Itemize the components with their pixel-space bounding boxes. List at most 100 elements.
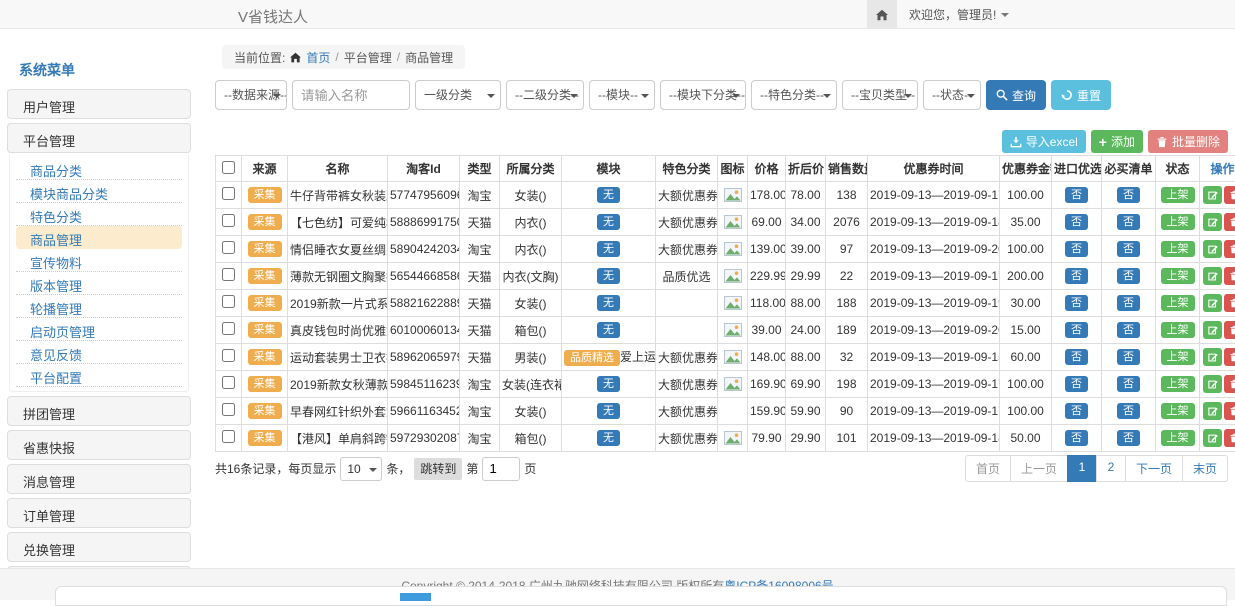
row-checkbox[interactable] bbox=[222, 430, 235, 443]
imported-toggle[interactable]: 否 bbox=[1065, 349, 1088, 365]
delete-button[interactable] bbox=[1224, 429, 1235, 447]
edit-button[interactable] bbox=[1203, 402, 1222, 420]
sidebar-sub-item[interactable]: 模块商品分类 bbox=[16, 180, 182, 203]
status-select[interactable]: --状态-- bbox=[923, 80, 981, 110]
status-button[interactable]: 上架 bbox=[1161, 268, 1195, 284]
sidebar-sub-item[interactable]: 轮播管理 bbox=[16, 295, 182, 318]
must-buy-toggle[interactable]: 否 bbox=[1117, 241, 1140, 257]
category1-select[interactable]: 一级分类 bbox=[415, 80, 501, 110]
reset-button[interactable]: 重置 bbox=[1051, 80, 1111, 110]
must-buy-toggle[interactable]: 否 bbox=[1117, 376, 1140, 392]
sidebar-group-item[interactable]: 用户管理 bbox=[7, 89, 191, 119]
status-button[interactable]: 上架 bbox=[1161, 349, 1195, 365]
sidebar-sub-item[interactable]: 特色分类 bbox=[16, 203, 182, 226]
imported-toggle[interactable]: 否 bbox=[1065, 403, 1088, 419]
user-menu[interactable]: 欢迎您，管理员! bbox=[909, 6, 1009, 23]
imported-toggle[interactable]: 否 bbox=[1065, 295, 1088, 311]
edit-button[interactable] bbox=[1203, 213, 1222, 231]
module-select[interactable]: --模块-- bbox=[589, 80, 655, 110]
icon-cell[interactable] bbox=[718, 425, 748, 452]
import-excel-button[interactable]: 导入excel bbox=[1002, 130, 1086, 153]
status-button[interactable]: 上架 bbox=[1161, 322, 1195, 338]
jump-button[interactable]: 跳转到 bbox=[414, 458, 462, 480]
icon-cell[interactable] bbox=[718, 182, 748, 209]
edit-button[interactable] bbox=[1203, 375, 1222, 393]
delete-button[interactable] bbox=[1224, 186, 1235, 204]
must-buy-toggle[interactable]: 否 bbox=[1117, 295, 1140, 311]
must-buy-toggle[interactable]: 否 bbox=[1117, 430, 1140, 446]
row-checkbox[interactable] bbox=[222, 241, 235, 254]
icon-cell[interactable] bbox=[718, 209, 748, 236]
icon-cell[interactable] bbox=[718, 371, 748, 398]
sidebar-sub-item[interactable]: 宣传物料 bbox=[16, 249, 182, 272]
delete-button[interactable] bbox=[1224, 348, 1235, 366]
status-button[interactable]: 上架 bbox=[1161, 295, 1195, 311]
home-button[interactable] bbox=[867, 0, 897, 29]
status-button[interactable]: 上架 bbox=[1161, 376, 1195, 392]
query-button[interactable]: 查询 bbox=[986, 80, 1046, 110]
edit-button[interactable] bbox=[1203, 267, 1222, 285]
pagination-button[interactable]: 下一页 bbox=[1125, 455, 1183, 482]
row-checkbox[interactable] bbox=[222, 295, 235, 308]
row-checkbox[interactable] bbox=[222, 403, 235, 416]
row-checkbox[interactable] bbox=[222, 187, 235, 200]
row-checkbox[interactable] bbox=[222, 376, 235, 389]
imported-toggle[interactable]: 否 bbox=[1065, 376, 1088, 392]
status-button[interactable]: 上架 bbox=[1161, 241, 1195, 257]
edit-button[interactable] bbox=[1203, 429, 1222, 447]
icon-cell[interactable] bbox=[718, 263, 748, 290]
sidebar-sub-item[interactable]: 意见反馈 bbox=[16, 341, 182, 364]
sidebar-group-item[interactable]: 兑换管理 bbox=[7, 532, 191, 562]
imported-toggle[interactable]: 否 bbox=[1065, 241, 1088, 257]
sidebar-sub-item[interactable]: 平台配置 bbox=[16, 364, 182, 387]
must-buy-toggle[interactable]: 否 bbox=[1117, 214, 1140, 230]
edit-button[interactable] bbox=[1203, 240, 1222, 258]
sidebar-group-item[interactable]: 平台管理 bbox=[7, 123, 191, 153]
delete-button[interactable] bbox=[1224, 213, 1235, 231]
per-page-select[interactable]: 10 bbox=[340, 457, 382, 481]
edit-button[interactable] bbox=[1203, 348, 1222, 366]
delete-button[interactable] bbox=[1224, 294, 1235, 312]
edit-button[interactable] bbox=[1203, 321, 1222, 339]
sidebar-group-item[interactable]: 拼团管理 bbox=[7, 396, 191, 426]
status-button[interactable]: 上架 bbox=[1161, 403, 1195, 419]
delete-button[interactable] bbox=[1224, 267, 1235, 285]
sidebar-sub-item[interactable]: 商品分类 bbox=[16, 157, 182, 180]
status-button[interactable]: 上架 bbox=[1161, 214, 1195, 230]
imported-toggle[interactable]: 否 bbox=[1065, 214, 1088, 230]
row-checkbox[interactable] bbox=[222, 214, 235, 227]
data-source-select[interactable]: --数据来源-- bbox=[215, 80, 287, 110]
module-sub-select[interactable]: --模块下分类-- bbox=[660, 80, 746, 110]
must-buy-toggle[interactable]: 否 bbox=[1117, 349, 1140, 365]
imported-toggle[interactable]: 否 bbox=[1065, 268, 1088, 284]
sidebar-group-item[interactable]: 省惠快报 bbox=[7, 430, 191, 460]
delete-button[interactable] bbox=[1224, 240, 1235, 258]
batch-delete-button[interactable]: 批量删除 bbox=[1148, 130, 1228, 153]
page-jump-input[interactable] bbox=[482, 457, 520, 481]
edit-button[interactable] bbox=[1203, 186, 1222, 204]
pagination-current-page[interactable]: 1 bbox=[1067, 455, 1097, 482]
breadcrumb-home-link[interactable]: 首页 bbox=[306, 49, 330, 66]
sidebar-group-item[interactable]: 订单管理 bbox=[7, 498, 191, 528]
must-buy-toggle[interactable]: 否 bbox=[1117, 187, 1140, 203]
sidebar-sub-item-active[interactable]: 商品管理 bbox=[16, 226, 182, 249]
must-buy-toggle[interactable]: 否 bbox=[1117, 322, 1140, 338]
delete-button[interactable] bbox=[1224, 375, 1235, 393]
imported-toggle[interactable]: 否 bbox=[1065, 322, 1088, 338]
delete-button[interactable] bbox=[1224, 402, 1235, 420]
must-buy-toggle[interactable]: 否 bbox=[1117, 403, 1140, 419]
must-buy-toggle[interactable]: 否 bbox=[1117, 268, 1140, 284]
sidebar-sub-item[interactable]: 版本管理 bbox=[16, 272, 182, 295]
edit-button[interactable] bbox=[1203, 294, 1222, 312]
status-button[interactable]: 上架 bbox=[1161, 430, 1195, 446]
category2-select[interactable]: --二级分类-- bbox=[506, 80, 584, 110]
icon-cell[interactable] bbox=[718, 344, 748, 371]
icon-cell[interactable] bbox=[718, 290, 748, 317]
imported-toggle[interactable]: 否 bbox=[1065, 430, 1088, 446]
select-all-checkbox[interactable] bbox=[222, 161, 235, 174]
row-checkbox[interactable] bbox=[222, 349, 235, 362]
feature-select[interactable]: --特色分类-- bbox=[751, 80, 837, 110]
item-type-select[interactable]: --宝贝类型-- bbox=[842, 80, 918, 110]
icon-cell[interactable] bbox=[718, 317, 748, 344]
add-button[interactable]: + 添加 bbox=[1091, 130, 1143, 153]
